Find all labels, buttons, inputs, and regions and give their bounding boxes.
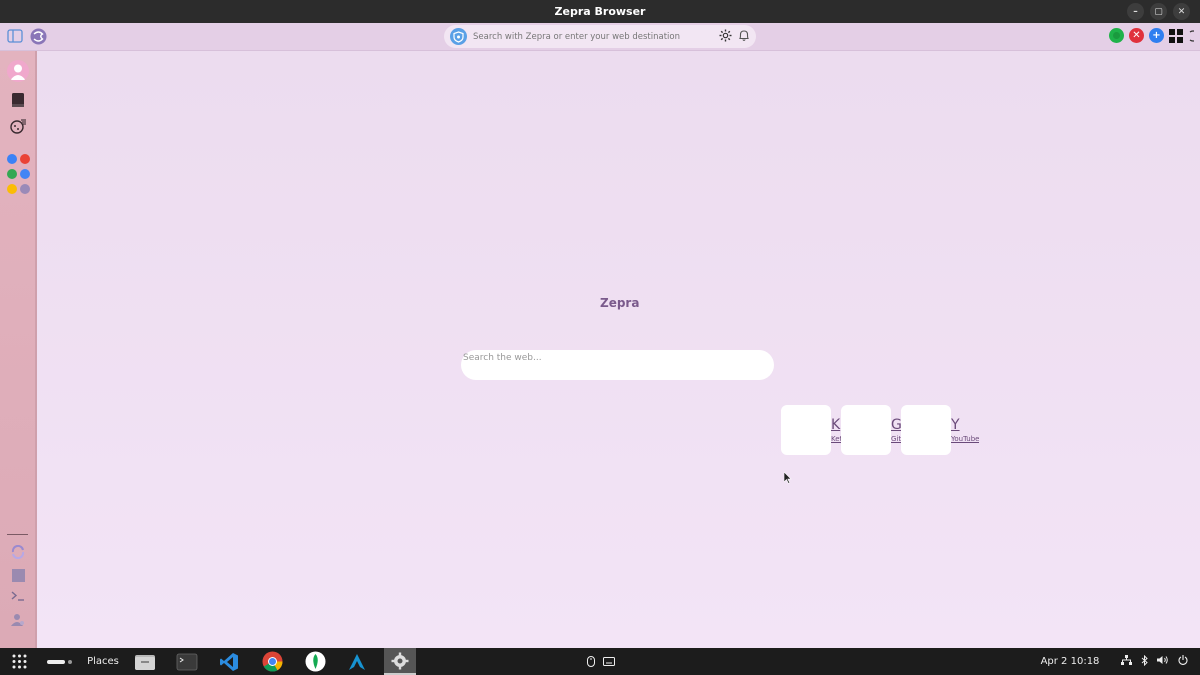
vscode-app-icon[interactable] [213, 648, 245, 675]
shortcut-tile-1[interactable]: K Ket [781, 405, 841, 455]
blue-extension-icon-2[interactable] [20, 169, 30, 179]
chrome-app-icon[interactable] [256, 648, 288, 675]
terminal-app-icon[interactable] [171, 648, 203, 675]
mongodb-app-icon[interactable] [299, 648, 331, 675]
history-icon[interactable] [7, 115, 29, 137]
close-tab-icon[interactable]: ✕ [1129, 28, 1144, 43]
zepra-logo-icon[interactable] [29, 27, 47, 45]
new-tab-page: Zepra K Ket G Git Y YouTube [37, 51, 1200, 648]
settings-app-icon[interactable] [384, 648, 416, 675]
shortcut-tile-3[interactable]: Y YouTube [901, 405, 991, 455]
red-extension-icon[interactable] [20, 154, 30, 164]
shortcut-label[interactable]: Ket [831, 435, 841, 443]
bookmarks-icon[interactable] [7, 89, 29, 111]
files-app-icon[interactable] [129, 648, 161, 675]
clock[interactable]: Apr 2 10:18 [1040, 648, 1100, 675]
shield-icon[interactable] [450, 28, 467, 45]
places-label: Places [87, 656, 119, 667]
extension-dots [7, 154, 30, 194]
account-settings-icon[interactable] [7, 609, 29, 631]
shortcut-tile-2[interactable]: G Git [841, 405, 902, 455]
volume-icon[interactable] [1157, 655, 1169, 668]
web-search-box[interactable] [461, 350, 774, 380]
profile-avatar[interactable] [7, 60, 29, 82]
shortcut-label[interactable]: YouTube [951, 435, 979, 443]
system-taskbar: Places Apr 2 10:18 [0, 648, 1200, 675]
browser-toolbar: Search with Zepra or enter your web dest… [0, 23, 1200, 51]
shortcut-tile-background[interactable] [781, 405, 831, 455]
datetime-label: Apr 2 10:18 [1040, 656, 1100, 667]
add-tab-icon[interactable]: + [1149, 28, 1164, 43]
sync-icon[interactable] [7, 541, 29, 563]
bell-icon[interactable] [738, 27, 750, 46]
window-title: Zepra Browser [554, 5, 646, 18]
power-icon[interactable] [1178, 655, 1188, 668]
shortcut-tile-background[interactable] [901, 405, 951, 455]
green-extension-icon[interactable] [7, 169, 17, 179]
maximize-button[interactable]: ▢ [1150, 3, 1167, 20]
brand-title: Zepra [600, 296, 640, 310]
shortcut-tile-background[interactable] [841, 405, 891, 455]
shortcut-letter[interactable]: Y [951, 417, 960, 433]
terminal-icon[interactable] [7, 585, 29, 607]
minimize-button[interactable]: – [1127, 3, 1144, 20]
shortcut-label[interactable]: Git [891, 435, 901, 443]
network-icon[interactable] [1121, 655, 1132, 668]
green-status-icon[interactable] [1109, 28, 1124, 43]
mouse-cursor-icon [783, 469, 792, 488]
mouse-icon[interactable] [584, 648, 598, 675]
arch-app-icon[interactable] [341, 648, 373, 675]
user-icon [7, 60, 29, 82]
shortcut-letter[interactable]: K [831, 417, 840, 433]
close-button[interactable]: ✕ [1173, 3, 1190, 20]
yellow-extension-icon[interactable] [7, 184, 17, 194]
sidebar-toggle-icon[interactable] [6, 27, 24, 45]
system-tray [1121, 648, 1188, 675]
bluetooth-icon[interactable] [1141, 654, 1148, 669]
window-titlebar: Zepra Browser – ▢ ✕ [0, 0, 1200, 23]
sidebar-divider [7, 534, 28, 535]
address-bar[interactable]: Search with Zepra or enter your web dest… [444, 25, 756, 48]
stop-square-icon[interactable] [7, 564, 29, 586]
workspace-indicator-icon[interactable] [44, 648, 74, 675]
places-menu[interactable]: Places [86, 648, 120, 675]
side-panel [0, 51, 37, 648]
blue-extension-icon[interactable] [7, 154, 17, 164]
address-bar-placeholder: Search with Zepra or enter your web dest… [473, 31, 680, 42]
web-search-input[interactable] [463, 351, 772, 365]
apps-grid-icon[interactable] [1169, 28, 1183, 43]
purple-extension-icon[interactable] [20, 184, 30, 194]
settings-gear-icon[interactable] [719, 27, 732, 46]
app-grid-icon[interactable] [10, 648, 28, 675]
keyboard-icon[interactable] [601, 648, 617, 675]
refresh-icon[interactable] [1188, 29, 1194, 43]
